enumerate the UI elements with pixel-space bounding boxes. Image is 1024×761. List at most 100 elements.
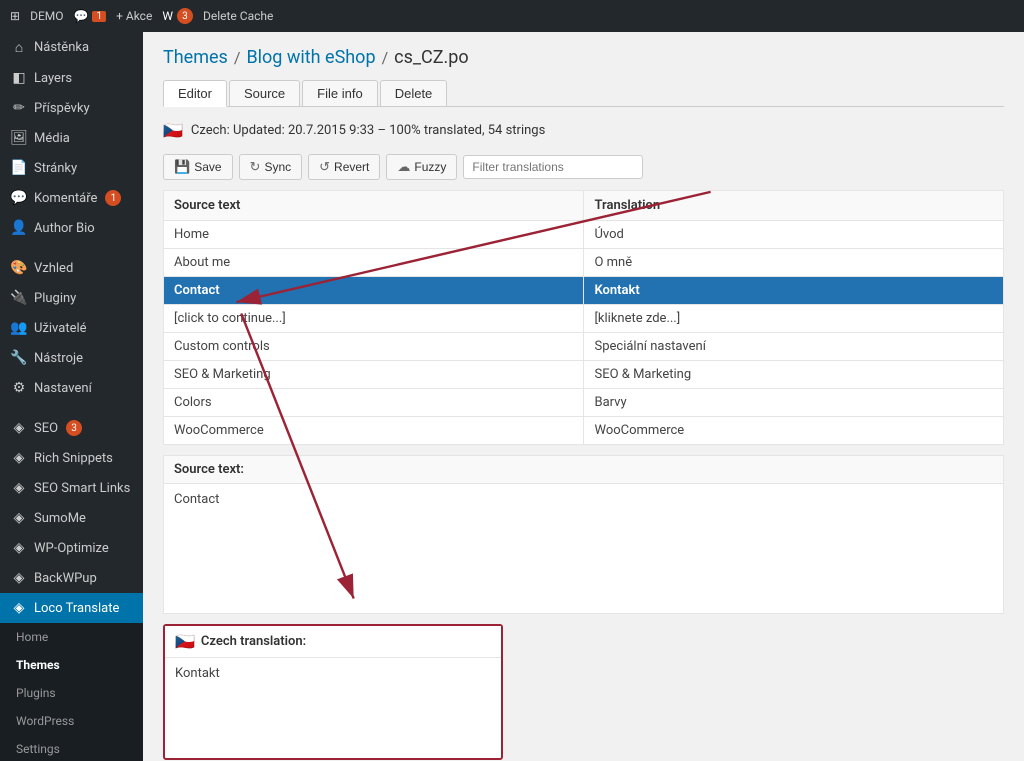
- translation-cell: WooCommerce: [584, 417, 1004, 445]
- breadcrumb-sep-2: /: [382, 48, 389, 67]
- source-cell: Home: [164, 221, 584, 249]
- filter-input[interactable]: [463, 155, 643, 179]
- appearance-icon: 🎨: [10, 260, 28, 276]
- czech-flag: 🇨🇿: [163, 121, 183, 140]
- sidebar-submenu: Home Themes Plugins WordPress Settings: [0, 623, 143, 761]
- sync-icon: ↻: [250, 159, 261, 175]
- edit-icon: ✏: [10, 100, 28, 116]
- sidebar-submenu-settings[interactable]: Settings: [0, 735, 143, 761]
- author-icon: 👤: [10, 220, 28, 236]
- sidebar-item-pluginy[interactable]: 🔌 Pluginy: [0, 283, 143, 313]
- sidebar-item-stranky[interactable]: 📄 Stránky: [0, 153, 143, 183]
- backwpup-icon: ◈: [10, 570, 28, 586]
- col-source-text: Source text: [164, 191, 584, 221]
- source-cell: Contact: [164, 277, 584, 305]
- seo-icon: ◈: [10, 420, 28, 436]
- tab-file-info[interactable]: File info: [302, 80, 378, 106]
- tab-delete[interactable]: Delete: [380, 80, 448, 106]
- sidebar-item-komentare[interactable]: 💬 Komentáře 1: [0, 183, 143, 213]
- status-bar: 🇨🇿 Czech: Updated: 20.7.2015 9:33 – 100%…: [163, 121, 1004, 140]
- main-layout: ⌂ Nástěnka ◧ Layers ✏ Příspěvky 🖼 Média …: [0, 32, 1024, 761]
- sidebar-item-prispevky[interactable]: ✏ Příspěvky: [0, 93, 143, 123]
- sidebar-submenu-home[interactable]: Home: [0, 623, 143, 651]
- table-row[interactable]: SEO & MarketingSEO & Marketing: [164, 361, 1004, 389]
- sidebar-item-sumome[interactable]: ◈ SumoMe: [0, 503, 143, 533]
- site-name[interactable]: DEMO: [30, 9, 63, 23]
- sidebar-item-author-bio[interactable]: 👤 Author Bio: [0, 213, 143, 243]
- sidebar-item-nastaveni[interactable]: ⚙ Nastavení: [0, 373, 143, 403]
- content-area: Themes / Blog with eShop / cs_CZ.po Edit…: [143, 32, 1024, 761]
- sidebar-item-layers[interactable]: ◧ Layers: [0, 63, 143, 93]
- revert-button[interactable]: ↺ Revert: [308, 154, 380, 180]
- table-row[interactable]: Custom controlsSpeciální nastavení: [164, 333, 1004, 361]
- translation-cell: Barvy: [584, 389, 1004, 417]
- sidebar-item-backwpup[interactable]: ◈ BackWPup: [0, 563, 143, 593]
- layers-icon: ◧: [10, 70, 28, 86]
- wp-icon-link[interactable]: W 3: [162, 8, 193, 24]
- source-cell: Colors: [164, 389, 584, 417]
- source-cell: SEO & Marketing: [164, 361, 584, 389]
- table-row[interactable]: [click to continue...][kliknete zde...]: [164, 305, 1004, 333]
- translation-cell: Kontakt: [584, 277, 1004, 305]
- czech-translation-label: 🇨🇿 Czech translation:: [165, 626, 501, 658]
- source-cell: Custom controls: [164, 333, 584, 361]
- sidebar: ⌂ Nástěnka ◧ Layers ✏ Příspěvky 🖼 Média …: [0, 32, 143, 761]
- source-section-label: Source text:: [163, 455, 1004, 484]
- translation-cell: Speciální nastavení: [584, 333, 1004, 361]
- save-button[interactable]: 💾 Save: [163, 154, 233, 180]
- sidebar-item-nastenska[interactable]: ⌂ Nástěnka: [0, 32, 143, 63]
- wp-icon: ⊞: [10, 9, 20, 23]
- table-row[interactable]: ContactKontakt: [164, 277, 1004, 305]
- translation-cell: Úvod: [584, 221, 1004, 249]
- tab-editor[interactable]: Editor: [163, 80, 227, 107]
- comments-icon: 💬: [10, 190, 28, 206]
- czech-translation-content[interactable]: Kontakt: [165, 658, 501, 758]
- sidebar-submenu-plugins[interactable]: Plugins: [0, 679, 143, 707]
- sidebar-item-seo[interactable]: ◈ SEO 3: [0, 413, 143, 443]
- breadcrumb: Themes / Blog with eShop / cs_CZ.po: [163, 47, 1004, 68]
- sidebar-item-uzivatele[interactable]: 👥 Uživatelé: [0, 313, 143, 343]
- czech-flag-2: 🇨🇿: [175, 632, 195, 651]
- czech-translation-section: 🇨🇿 Czech translation: Kontakt: [163, 624, 503, 760]
- sidebar-submenu-wordpress[interactable]: WordPress: [0, 707, 143, 735]
- source-cell: [click to continue...]: [164, 305, 584, 333]
- sidebar-item-nastroje[interactable]: 🔧 Nástroje: [0, 343, 143, 373]
- fuzzy-icon: ☁: [397, 159, 410, 175]
- breadcrumb-sep-1: /: [234, 48, 241, 67]
- breadcrumb-blog-link[interactable]: Blog with eShop: [246, 47, 375, 68]
- translation-table: Source text Translation HomeÚvodAbout me…: [163, 190, 1004, 445]
- table-row[interactable]: HomeÚvod: [164, 221, 1004, 249]
- sidebar-item-wp-optimize[interactable]: ◈ WP-Optimize: [0, 533, 143, 563]
- translation-area: Source text Translation HomeÚvodAbout me…: [163, 190, 1004, 760]
- table-row[interactable]: About meO mně: [164, 249, 1004, 277]
- wp-logo[interactable]: ⊞: [10, 9, 20, 23]
- source-cell: WooCommerce: [164, 417, 584, 445]
- delete-cache-link[interactable]: Delete Cache: [203, 9, 273, 23]
- pages-icon: 📄: [10, 160, 28, 176]
- sidebar-submenu-themes[interactable]: Themes: [0, 651, 143, 679]
- users-icon: 👥: [10, 320, 28, 336]
- home-icon: ⌂: [10, 39, 28, 56]
- settings-icon: ⚙: [10, 380, 28, 396]
- comments-link[interactable]: 💬 1: [74, 9, 107, 23]
- add-new-link[interactable]: + Akce: [116, 9, 152, 23]
- breadcrumb-themes-link[interactable]: Themes: [163, 47, 228, 68]
- sidebar-item-seo-smart-links[interactable]: ◈ SEO Smart Links: [0, 473, 143, 503]
- table-row[interactable]: ColorsBarvy: [164, 389, 1004, 417]
- sidebar-item-media[interactable]: 🖼 Média: [0, 123, 143, 153]
- translation-cell: [kliknete zde...]: [584, 305, 1004, 333]
- admin-bar: ⊞ DEMO 💬 1 + Akce W 3 Delete Cache: [0, 0, 1024, 32]
- sync-button[interactable]: ↻ Sync: [239, 154, 303, 180]
- fuzzy-button[interactable]: ☁ Fuzzy: [386, 154, 457, 180]
- source-section: Source text: Contact: [163, 455, 1004, 614]
- sumome-icon: ◈: [10, 510, 28, 526]
- revert-icon: ↺: [319, 159, 330, 175]
- sidebar-item-loco-translate[interactable]: ◈ Loco Translate: [0, 593, 143, 623]
- seo-smart-links-icon: ◈: [10, 480, 28, 496]
- sidebar-item-vzhled[interactable]: 🎨 Vzhled: [0, 253, 143, 283]
- table-row[interactable]: WooCommerceWooCommerce: [164, 417, 1004, 445]
- sidebar-item-rich-snippets[interactable]: ◈ Rich Snippets: [0, 443, 143, 473]
- source-cell: About me: [164, 249, 584, 277]
- tab-source[interactable]: Source: [229, 80, 300, 106]
- translation-cell: O mně: [584, 249, 1004, 277]
